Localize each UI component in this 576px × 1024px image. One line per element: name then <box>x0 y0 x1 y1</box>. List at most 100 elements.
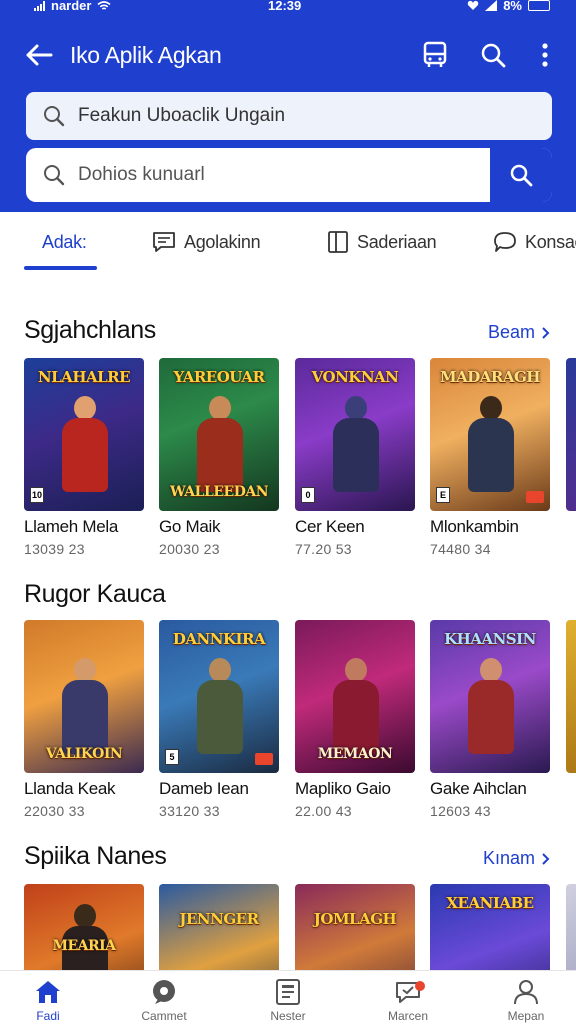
game-meta: 33120 33 <box>159 803 220 819</box>
game-card-partial[interactable] <box>566 358 576 511</box>
app-screen: narder 12:39 8% Iko Aplik Agkan Feakun U… <box>0 0 576 1024</box>
game-card[interactable]: DANNKIRA 5 Dameb Iean 33120 33 <box>159 620 279 819</box>
game-card-partial[interactable] <box>566 620 576 773</box>
game-name: Gake Aihclan <box>430 779 527 798</box>
search-icon <box>481 43 506 68</box>
game-card[interactable]: VALIKOIN Llanda Keak 22030 33 <box>24 620 144 819</box>
game-meta: 22030 33 <box>24 803 85 819</box>
active-tab-indicator <box>24 266 97 270</box>
section-title: Spiika Nanes <box>24 842 167 870</box>
section-title: Sgjahchlans <box>24 316 156 344</box>
tab-label: Agolakinn <box>184 231 261 252</box>
comment-icon <box>494 232 516 252</box>
search-icon <box>42 104 66 128</box>
game-name: Cer Keen <box>295 517 365 536</box>
page-title: Iko Aplik Agkan <box>70 42 222 68</box>
game-meta: 12603 43 <box>430 803 491 819</box>
game-name: Llameh Mela <box>24 517 119 536</box>
game-card[interactable]: NLAHALRE 10 Llameh Mela 13039 23 <box>24 358 144 557</box>
section-more-link[interactable]: Beam <box>488 322 550 343</box>
nav-item-messages[interactable]: Marcen <box>368 979 448 1023</box>
more-label: Beam <box>487 322 535 342</box>
cover-subtitle: MEARIA <box>52 938 116 954</box>
wifi-icon <box>97 0 111 10</box>
search-submit-button[interactable] <box>490 148 552 202</box>
clock: 12:39 <box>268 0 302 13</box>
nav-item-nester[interactable]: Nester <box>248 979 328 1023</box>
cover-subtitle: MEMAON <box>317 746 393 762</box>
search-placeholder: Feakun Uboaclik Ungain <box>78 105 286 126</box>
chat-bubble-icon <box>153 980 175 1004</box>
game-card[interactable]: VONKNAN 0 Cer Keen 77.20 53 <box>295 358 415 557</box>
search-button[interactable] <box>478 40 508 70</box>
new-badge <box>526 491 544 503</box>
bus-button[interactable] <box>420 40 450 70</box>
cover-subtitle: VALIKOIN <box>45 746 123 762</box>
section-title: Rugor Kauca <box>24 580 166 608</box>
game-cover-image: VONKNAN 0 <box>295 358 415 511</box>
nav-label: Mepan <box>507 1009 545 1023</box>
game-cover-image <box>566 358 576 511</box>
cover-subtitle: WALLEEDAN <box>169 484 269 500</box>
more-label: Kınam <box>482 848 535 868</box>
nav-label: Cammet <box>141 1009 187 1023</box>
cover-title: YAREOUAR <box>173 368 265 386</box>
more-menu-button[interactable] <box>530 40 560 70</box>
nav-label: Nester <box>270 1009 306 1023</box>
status-bar: narder 12:39 8% <box>0 0 576 16</box>
bus-icon <box>423 41 447 67</box>
game-meta: 77.20 53 <box>295 541 352 557</box>
cover-title: MADARAGH <box>440 368 540 386</box>
document-icon <box>276 979 300 1005</box>
signal-icon <box>34 0 45 11</box>
home-icon <box>36 981 60 1003</box>
game-card[interactable]: YAREOUAR WALLEEDAN Go Maik 20030 23 <box>159 358 279 557</box>
back-button[interactable] <box>24 40 54 70</box>
nav-item-home[interactable]: Fadi <box>8 979 88 1023</box>
game-card[interactable]: MADARAGH E Mlonkambin 74480 34 <box>430 358 550 557</box>
game-cover-image: YAREOUAR WALLEEDAN <box>159 358 279 511</box>
cover-title: VONKNAN <box>311 368 399 386</box>
tab-konsac[interactable]: Konsac <box>493 228 576 256</box>
cover-title: KHAANSIN <box>444 630 536 648</box>
cover-title: XEANIABE <box>446 894 534 912</box>
game-cover-image: KHAANSIN <box>430 620 550 773</box>
game-cover-image: NLAHALRE 10 <box>24 358 144 511</box>
profile-icon <box>514 980 538 1005</box>
tab-bar: Adak: Agolakinn Saderiaan Konsac <box>0 212 576 272</box>
nav-label: Fadi <box>36 1009 60 1023</box>
nav-item-comments[interactable]: Cammet <box>124 979 204 1023</box>
cover-title: JOMLAGH <box>313 910 397 928</box>
nav-label: Marcen <box>387 1009 428 1023</box>
battery-icon <box>528 0 550 11</box>
rating-badge: 0 <box>301 487 315 503</box>
search-icon <box>510 164 533 187</box>
search-icon <box>42 163 66 187</box>
tab-adak[interactable]: Adak: <box>42 228 87 256</box>
tab-agolakinn[interactable]: Agolakinn <box>152 228 261 256</box>
game-card[interactable]: MEMAON Mapliko Gaio 22.00 43 <box>295 620 415 819</box>
secondary-search-input[interactable]: Dohios kunuarl <box>26 148 552 202</box>
game-card[interactable]: KHAANSIN Gake Aihclan 12603 43 <box>430 620 550 819</box>
cell-signal-icon <box>485 0 498 11</box>
cover-title: JENNGER <box>179 910 259 928</box>
more-vertical-icon <box>542 43 548 67</box>
game-name: Mapliko Gaio <box>295 779 391 798</box>
game-cover-image <box>566 620 576 773</box>
cover-title: NLAHALRE <box>37 368 131 386</box>
section-more-link[interactable]: Kınam <box>483 848 550 869</box>
search-input[interactable]: Feakun Uboaclik Ungain <box>26 92 552 140</box>
game-name: Dameb Iean <box>159 779 249 798</box>
tab-saderiaan[interactable]: Saderiaan <box>327 228 437 256</box>
header: narder 12:39 8% Iko Aplik Agkan Feakun U… <box>0 0 576 212</box>
game-meta: 13039 23 <box>24 541 85 557</box>
nav-item-profile[interactable]: Mepan <box>486 979 566 1023</box>
rating-badge: E <box>436 487 450 503</box>
battery-label: 8% <box>503 0 522 13</box>
game-cover-image: MEMAON <box>295 620 415 773</box>
book-icon <box>328 231 348 253</box>
carrier-label: narder <box>51 0 92 13</box>
notification-badge <box>415 981 425 991</box>
game-name: Mlonkambin <box>430 517 519 536</box>
heart-icon <box>467 0 479 10</box>
